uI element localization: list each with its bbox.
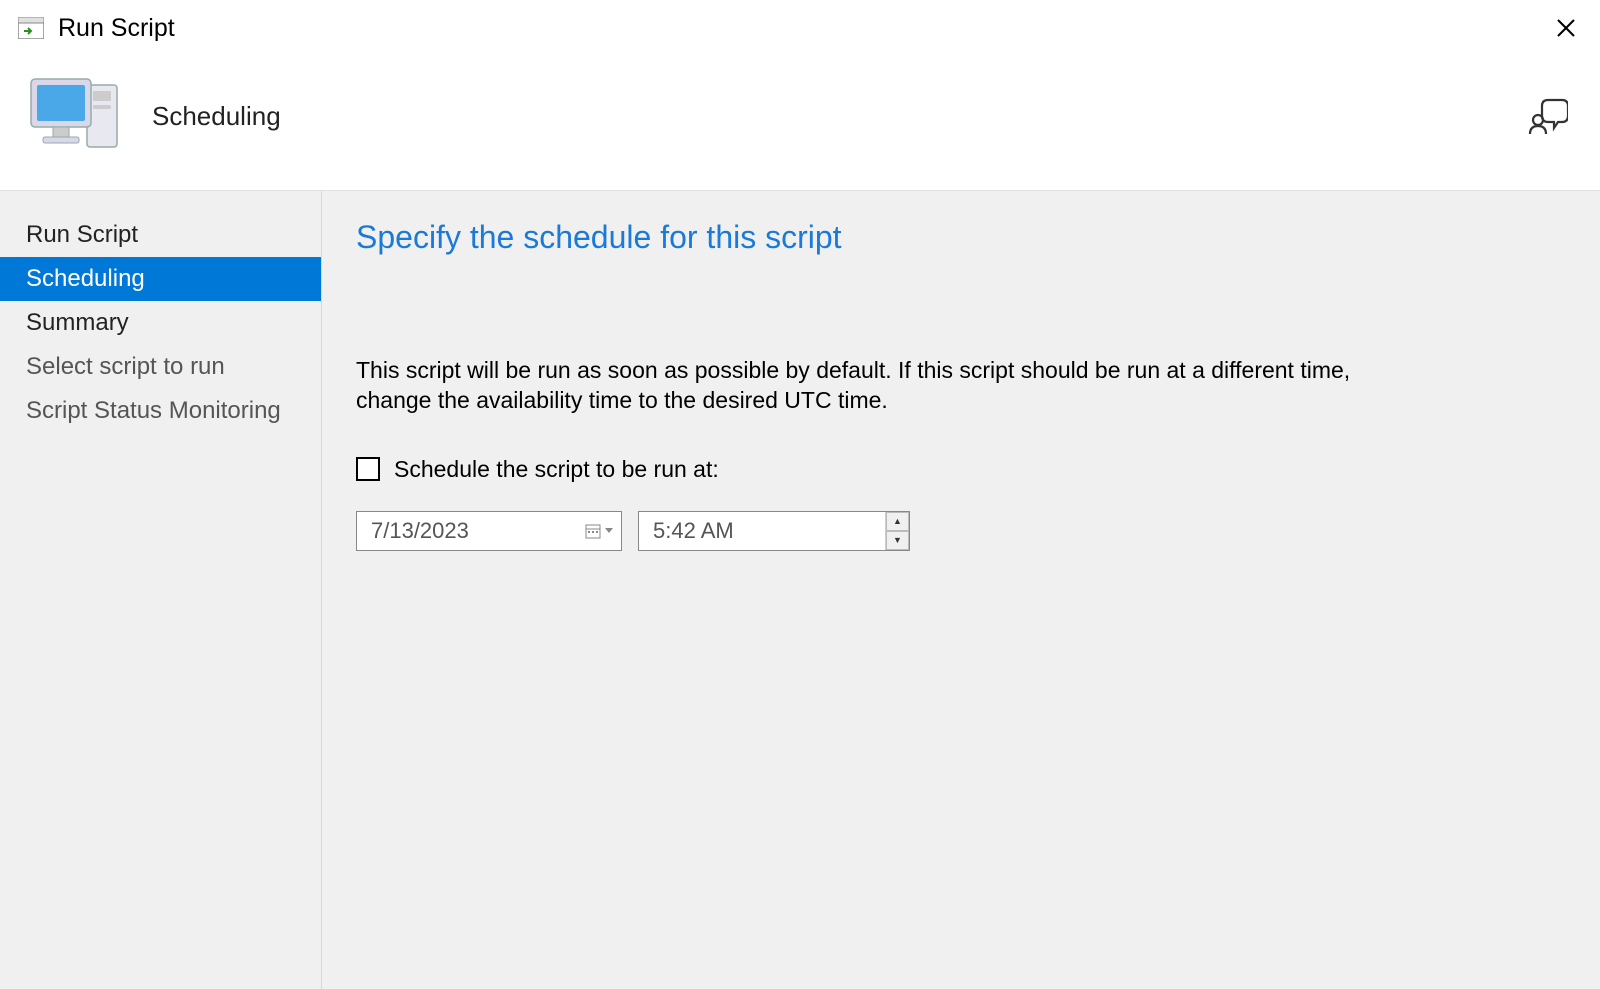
sidebar-item-summary[interactable]: Summary: [0, 301, 321, 345]
sidebar-item-scheduling[interactable]: Scheduling: [0, 257, 321, 301]
computer-icon: [20, 66, 130, 166]
chevron-down-icon: [605, 528, 613, 534]
calendar-icon: [585, 523, 601, 539]
schedule-checkbox[interactable]: [356, 457, 380, 481]
time-spinner[interactable]: ▲ ▼: [885, 512, 909, 550]
schedule-checkbox-row: Schedule the script to be run at:: [356, 456, 1566, 483]
date-value: 7/13/2023: [357, 518, 577, 544]
close-button[interactable]: [1550, 12, 1582, 44]
main-panel: Specify the schedule for this script Thi…: [322, 191, 1600, 989]
close-icon: [1556, 18, 1576, 38]
feedback-icon[interactable]: [1526, 94, 1570, 138]
sidebar-item-select-script[interactable]: Select script to run: [0, 345, 321, 389]
schedule-checkbox-label: Schedule the script to be run at:: [394, 456, 719, 483]
app-icon: [18, 17, 44, 39]
window-title: Run Script: [58, 14, 1550, 43]
page-title: Scheduling: [152, 101, 1526, 132]
sidebar-item-status-monitoring[interactable]: Script Status Monitoring: [0, 389, 321, 433]
sidebar: Run Script Scheduling Summary Select scr…: [0, 191, 322, 989]
datetime-row: 7/13/2023 5:42 AM: [356, 511, 1566, 551]
content-area: Run Script Scheduling Summary Select scr…: [0, 191, 1600, 989]
spinner-down-button[interactable]: ▼: [886, 531, 909, 550]
title-bar: Run Script: [0, 0, 1600, 56]
header-panel: Scheduling: [0, 56, 1600, 191]
sidebar-item-run-script[interactable]: Run Script: [0, 213, 321, 257]
main-heading: Specify the schedule for this script: [356, 219, 1566, 256]
time-value: 5:42 AM: [639, 518, 885, 544]
spinner-up-button[interactable]: ▲: [886, 512, 909, 531]
date-picker[interactable]: 7/13/2023: [356, 511, 622, 551]
date-dropdown-button[interactable]: [577, 512, 621, 550]
time-picker[interactable]: 5:42 AM ▲ ▼: [638, 511, 910, 551]
description-text: This script will be run as soon as possi…: [356, 356, 1366, 416]
